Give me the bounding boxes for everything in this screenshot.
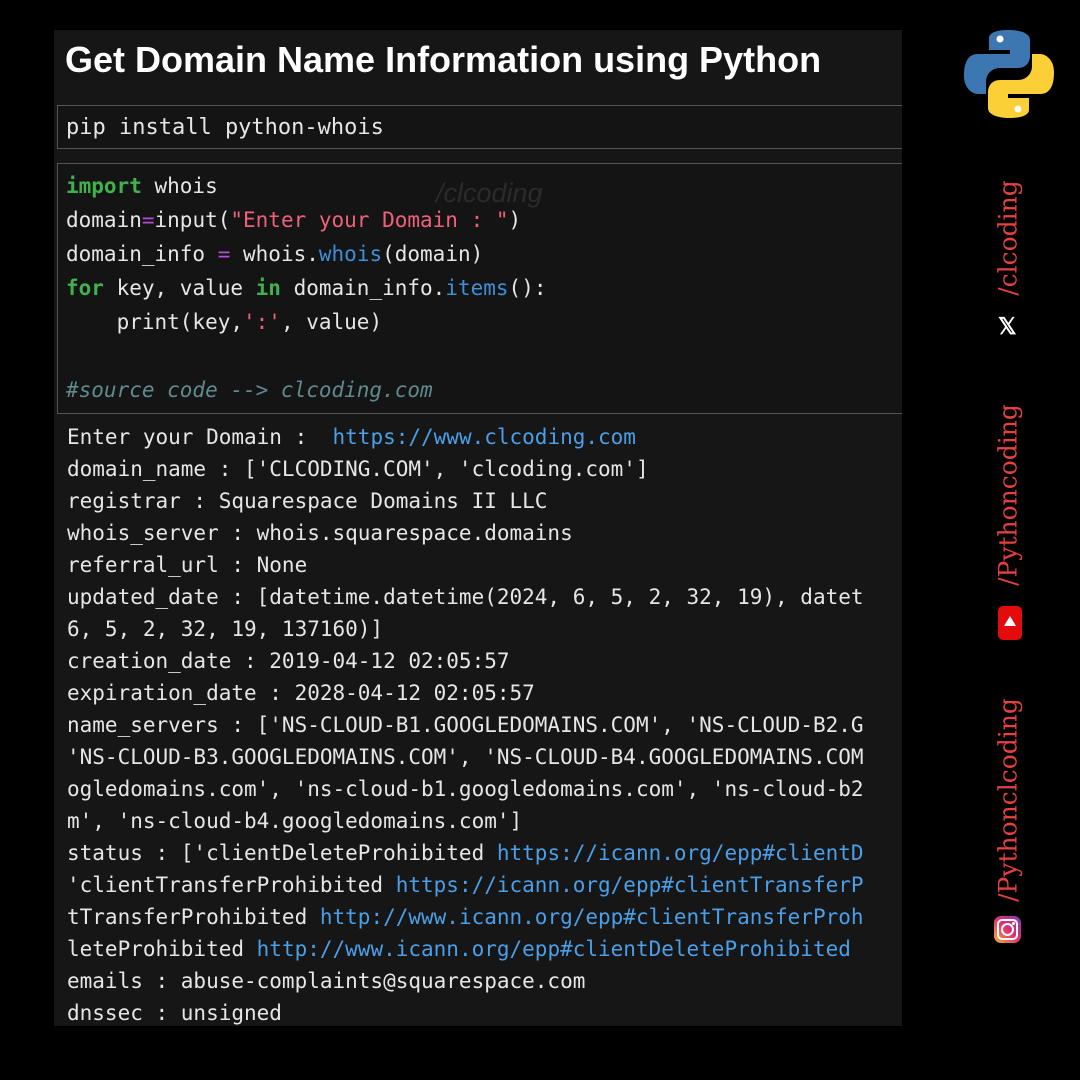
output-line-19: dnssec : unsigned — [67, 1001, 282, 1025]
output-line-4: whois_server : whois.squarespace.domains — [67, 521, 573, 545]
output-line-1: Enter your Domain : https://www.clcoding… — [67, 425, 636, 449]
output-link[interactable]: https://www.clcoding.com — [333, 425, 636, 449]
output-line-16: tTransferProhibited http://www.icann.org… — [67, 905, 864, 929]
output-line-6: updated_date : [datetime.datetime(2024, … — [67, 585, 864, 609]
code-comment: #source code --> clcoding.com — [66, 378, 433, 402]
output-line-17: leteProhibited http://www.icann.org/epp#… — [67, 937, 851, 961]
code-line-3: domain_info = whois.whois(domain) — [66, 242, 484, 266]
output-line-13: m', 'ns-cloud-b4.googledomains.com'] — [67, 809, 523, 833]
youtube-icon[interactable] — [998, 606, 1022, 640]
clcoding-handle[interactable]: /clcoding — [994, 180, 1023, 296]
instagram-icon[interactable] — [994, 916, 1021, 943]
code-line-1: import whois — [66, 174, 218, 198]
social-sidebar: /clcoding 𝕏 /Pythoncoding /Pythonclcodin… — [902, 0, 1080, 1080]
x-icon[interactable]: 𝕏 — [998, 313, 1017, 340]
output-link[interactable]: http://www.icann.org/epp#clientDeletePro… — [257, 937, 851, 961]
output-line-10: name_servers : ['NS-CLOUD-B1.GOOGLEDOMAI… — [67, 713, 864, 737]
code-line-2: domain=input("Enter your Domain : ") — [66, 208, 522, 232]
code-line-5: print(key,':', value) — [66, 310, 383, 334]
output-line-5: referral_url : None — [67, 553, 308, 577]
pythoncoding-handle[interactable]: /Pythoncoding — [994, 404, 1023, 586]
output-line-9: expiration_date : 2028-04-12 02:05:57 — [67, 681, 535, 705]
page-title: Get Domain Name Information using Python — [65, 39, 822, 80]
code-cell[interactable]: /clcoding import whois domain=input("Ent… — [57, 163, 902, 414]
output-line-14: status : ['clientDeleteProhibited https:… — [67, 841, 864, 865]
notebook-panel: Get Domain Name Information using Python… — [54, 30, 902, 1026]
output-link[interactable]: http://www.icann.org/epp#clientTransferP… — [320, 905, 864, 929]
output-link[interactable]: https://icann.org/epp#clientTransferP — [396, 873, 864, 897]
output-line-11: 'NS-CLOUD-B3.GOOGLEDOMAINS.COM', 'NS-CLO… — [67, 745, 864, 769]
output-line-3: registrar : Squarespace Domains II LLC — [67, 489, 548, 513]
output-line-2: domain_name : ['CLCODING.COM', 'clcoding… — [67, 457, 649, 481]
output-link[interactable]: https://icann.org/epp#clientD — [497, 841, 864, 865]
install-command: pip install python-whois — [66, 115, 384, 140]
pythonclcoding-handle[interactable]: /Pythonclcoding — [994, 698, 1023, 902]
code-line-4: for key, value in domain_info.items(): — [66, 276, 547, 300]
output-line-8: creation_date : 2019-04-12 02:05:57 — [67, 649, 510, 673]
output-line-15: 'clientTransferProhibited https://icann.… — [67, 873, 864, 897]
output-line-7: 6, 5, 2, 32, 19, 137160)] — [67, 617, 384, 641]
output-line-18: emails : abuse-complaints@squarespace.co… — [67, 969, 586, 993]
output-line-12: ogledomains.com', 'ns-cloud-b1.googledom… — [67, 777, 864, 801]
python-logo-icon — [964, 30, 1054, 118]
install-cell[interactable]: pip install python-whois — [57, 105, 902, 149]
